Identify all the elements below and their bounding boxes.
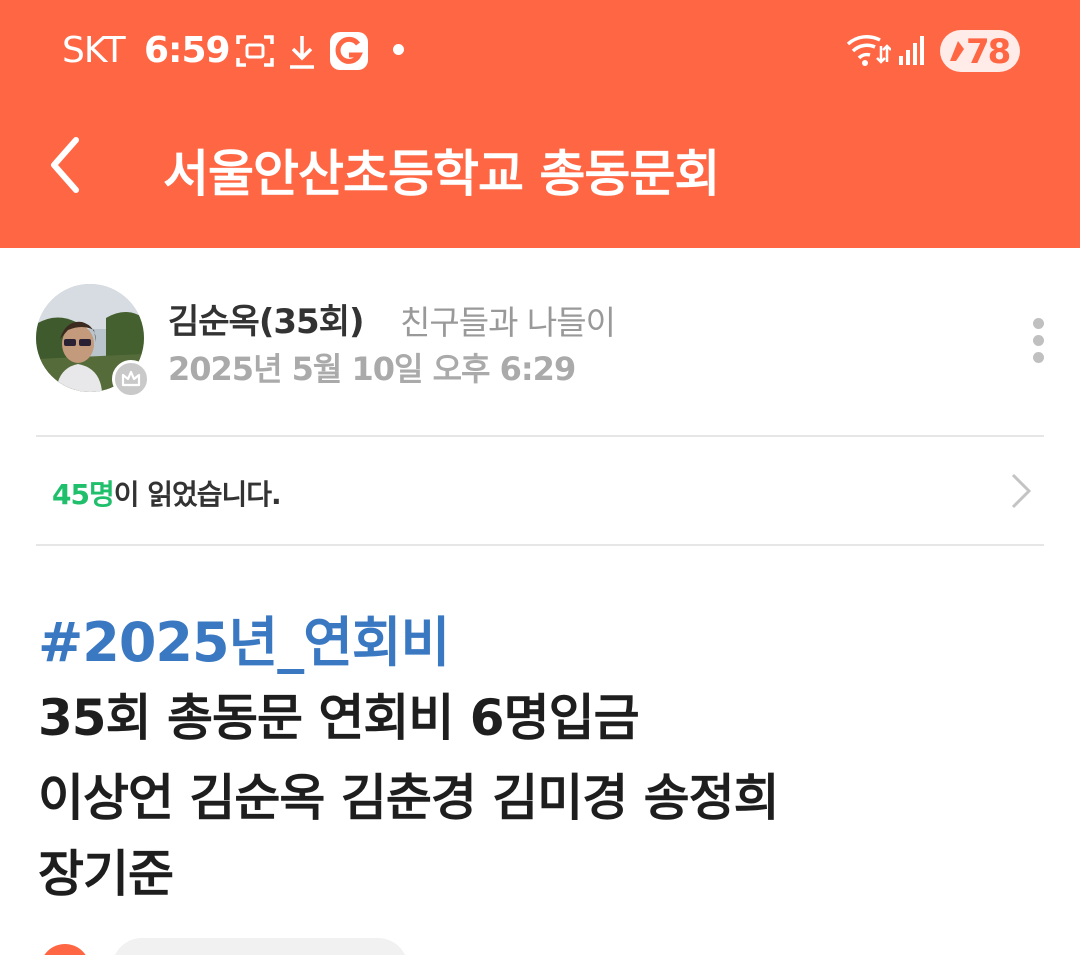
divider [36,544,1044,546]
post-category[interactable]: 친구들과 나들이 [400,296,616,344]
screenshot-icon [236,35,274,67]
readers-row[interactable]: 45명이 읽었습니다. [0,437,1080,544]
post-body-line: 장기준 [38,845,174,903]
emotion-button[interactable] [112,938,408,955]
app-header: SKT 6:59 78 서울안산초등학교 총동문회 [0,0,1080,248]
notification-dot [393,44,404,55]
post-body-line: 이상언 김순옥 김춘경 김미경 송정희 [38,769,780,827]
readers-suffix: 이 읽었습니다. [113,478,282,511]
status-bar: SKT 6:59 78 [0,0,1080,100]
readers-count: 45명 [52,478,115,511]
wifi-icon [846,34,891,66]
commenter-avatar[interactable] [40,944,90,955]
carrier-label: SKT [62,30,126,71]
chevron-left-icon [51,137,79,193]
g-app-icon [330,32,368,70]
crown-badge-icon [112,360,150,398]
chevron-right-icon [1011,473,1032,509]
post-body-line: 35회 총동문 연회비 6명입금 [38,689,640,747]
more-options-button[interactable] [1024,312,1054,368]
status-time: 6:59 [144,30,231,71]
download-icon [290,36,314,69]
back-button[interactable] [40,130,100,200]
post-date: 2025년 5월 10일 오후 6:29 [168,350,576,388]
battery-level: 78 [966,32,1011,72]
readers-text: 45명이 읽었습니다. [52,473,282,513]
page-title: 서울안산초등학교 총동문회 [163,145,720,203]
post-hashtag[interactable]: #2025년_연회비 [38,598,450,677]
author-name[interactable]: 김순옥(35회) [168,294,365,343]
signal-icon [899,36,924,65]
